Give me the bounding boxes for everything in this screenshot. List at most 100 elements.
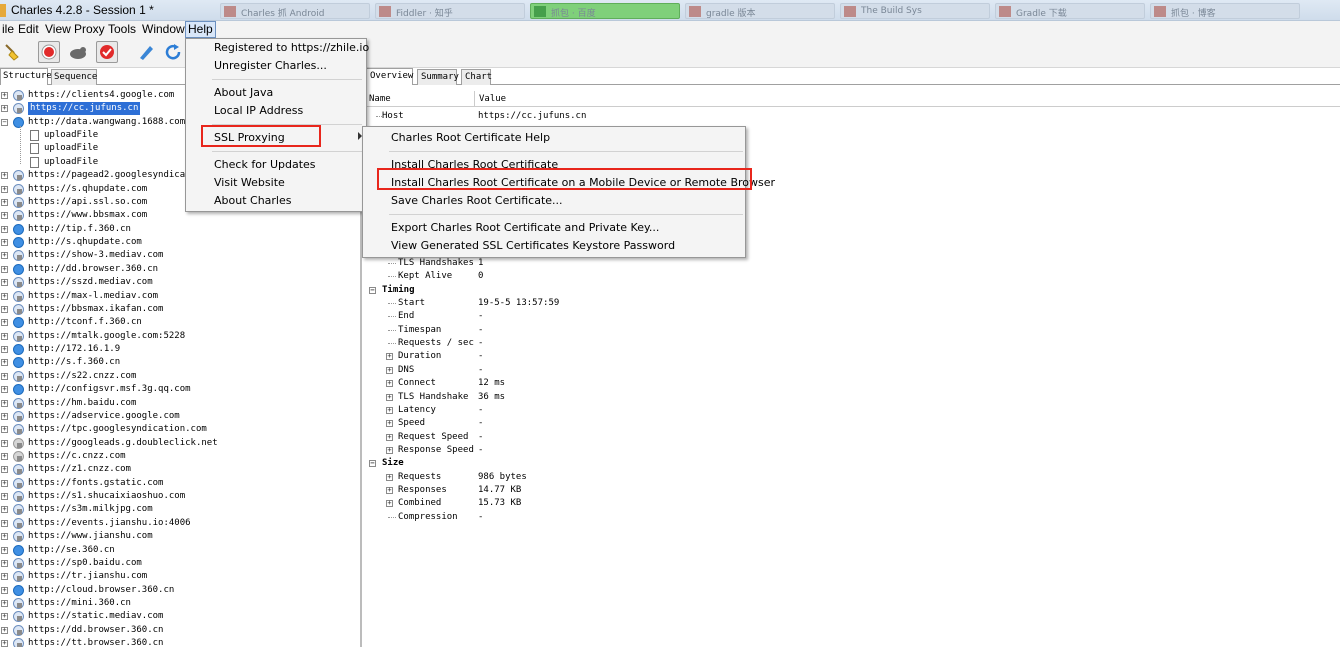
collapse-icon[interactable]: − (369, 286, 376, 294)
expand-icon[interactable]: + (1, 519, 8, 527)
tab-summary[interactable]: Summary (417, 69, 459, 85)
expand-icon[interactable]: + (1, 399, 8, 407)
background-tab-2[interactable]: Fiddler · 知乎 (375, 3, 525, 19)
tree-host-row[interactable]: + https://sszd.mediav.com (0, 276, 360, 289)
pen-icon[interactable] (135, 41, 157, 63)
tree-host-row[interactable]: + https://sp0.baidu.com (0, 557, 360, 570)
expand-icon[interactable]: + (1, 359, 8, 367)
menu-tools[interactable]: Tools (106, 22, 138, 36)
expand-icon[interactable]: + (1, 185, 8, 193)
menu-item-unregister[interactable]: Unregister Charles... (214, 59, 327, 72)
expand-icon[interactable]: + (386, 446, 393, 454)
tab-structure[interactable]: Structure (0, 68, 52, 85)
column-value-header[interactable]: Value (479, 94, 506, 104)
tree-host-row[interactable]: + http://se.360.cn (0, 544, 360, 557)
tree-host-row[interactable]: + http://cloud.browser.360.cn (0, 584, 360, 597)
collapse-icon[interactable]: − (369, 460, 376, 468)
menu-help[interactable]: Help (185, 21, 216, 38)
background-tab-4[interactable]: gradle 版本 (685, 3, 835, 19)
expand-icon[interactable]: + (386, 366, 393, 374)
background-tab-1[interactable]: Charles 抓 Android (220, 3, 370, 19)
expand-icon[interactable]: + (386, 486, 393, 494)
expand-icon[interactable]: + (1, 573, 8, 581)
menu-item-export-cert[interactable]: Export Charles Root Certificate and Priv… (391, 221, 659, 234)
menu-item-visit-website[interactable]: Visit Website (214, 176, 285, 189)
expand-icon[interactable]: + (1, 225, 8, 233)
tree-host-row[interactable]: + https://show-3.mediav.com (0, 249, 360, 262)
tree-host-row[interactable]: + http://dd.browser.360.cn (0, 263, 360, 276)
expand-icon[interactable]: + (1, 452, 8, 460)
tree-host-row[interactable]: + http://configsvr.msf.3g.qq.com (0, 383, 360, 396)
expand-icon[interactable]: + (1, 640, 8, 647)
record-icon[interactable] (38, 41, 60, 63)
menu-item-save-root-cert[interactable]: Save Charles Root Certificate... (391, 194, 563, 207)
tab-overview[interactable]: Overview (366, 68, 413, 85)
tree-host-row[interactable]: + https://max-l.mediav.com (0, 290, 360, 303)
expand-icon[interactable]: + (1, 506, 8, 514)
tree-host-row[interactable]: + https://fonts.gstatic.com (0, 477, 360, 490)
expand-icon[interactable]: + (1, 332, 8, 340)
tree-host-row[interactable]: + http://tip.f.360.cn (0, 223, 360, 236)
expand-icon[interactable]: + (1, 466, 8, 474)
background-tab-3[interactable]: 抓包 · 百度 (530, 3, 680, 19)
refresh-icon[interactable] (162, 41, 184, 63)
expand-icon[interactable]: + (386, 353, 393, 361)
expand-icon[interactable]: + (1, 279, 8, 287)
expand-icon[interactable]: + (1, 198, 8, 206)
menu-item-about-charles[interactable]: About Charles (214, 194, 292, 207)
background-tab-6[interactable]: Gradle 下载 (995, 3, 1145, 19)
menu-edit[interactable]: Edit (16, 22, 41, 36)
column-divider[interactable] (474, 91, 475, 107)
tree-host-row[interactable]: + https://events.jianshu.io:4006 (0, 517, 360, 530)
expand-icon[interactable]: + (386, 500, 393, 508)
expand-icon[interactable]: + (1, 239, 8, 247)
broom-icon[interactable] (2, 41, 24, 63)
expand-icon[interactable]: + (1, 92, 8, 99)
tree-host-row[interactable]: + https://googleads.g.doubleclick.net (0, 437, 360, 450)
tree-host-row[interactable]: + https://tpc.googlesyndication.com (0, 423, 360, 436)
tree-host-row[interactable]: + https://tt.browser.360.cn (0, 637, 360, 647)
tree-host-row[interactable]: + http://s.f.360.cn (0, 356, 360, 369)
column-name-header[interactable]: Name (369, 94, 391, 104)
collapse-icon[interactable]: − (1, 118, 8, 126)
expand-icon[interactable]: + (1, 439, 8, 447)
tree-host-row[interactable]: + https://hm.baidu.com (0, 397, 360, 410)
tree-host-row[interactable]: + http://172.16.1.9 (0, 343, 360, 356)
tree-host-row[interactable]: + https://s1.shucaixiaoshuo.com (0, 490, 360, 503)
expand-icon[interactable]: + (1, 412, 8, 420)
expand-icon[interactable]: + (1, 346, 8, 354)
tree-host-row[interactable]: + https://z1.cnzz.com (0, 463, 360, 476)
expand-icon[interactable]: + (1, 426, 8, 434)
expand-icon[interactable]: + (386, 406, 393, 414)
expand-icon[interactable]: + (386, 393, 393, 401)
tree-host-row[interactable]: + https://mini.360.cn (0, 597, 360, 610)
tree-host-row[interactable]: + https://adservice.google.com (0, 410, 360, 423)
expand-icon[interactable]: + (1, 546, 8, 554)
expand-icon[interactable]: + (1, 305, 8, 313)
expand-icon[interactable]: + (1, 479, 8, 487)
tree-host-row[interactable]: + https://tr.jianshu.com (0, 570, 360, 583)
throttle-icon[interactable] (67, 41, 89, 63)
expand-icon[interactable]: + (1, 533, 8, 541)
tree-host-row[interactable]: + https://c.cnzz.com (0, 450, 360, 463)
breakpoint-icon[interactable] (96, 41, 118, 63)
menu-file[interactable]: ile (0, 22, 16, 36)
expand-icon[interactable]: + (1, 212, 8, 220)
menu-item-registered[interactable]: Registered to https://zhile.io (214, 41, 369, 54)
menu-item-local-ip[interactable]: Local IP Address (214, 104, 303, 117)
menu-item-about-java[interactable]: About Java (214, 86, 273, 99)
menu-proxy[interactable]: Proxy (72, 22, 107, 36)
background-tab-5[interactable]: The Build Sys (840, 3, 990, 19)
tree-host-row[interactable]: + https://static.mediav.com (0, 610, 360, 623)
tree-host-row[interactable]: + https://www.jianshu.com (0, 530, 360, 543)
expand-icon[interactable]: + (1, 265, 8, 273)
expand-icon[interactable]: + (386, 420, 393, 428)
expand-icon[interactable]: + (1, 319, 8, 327)
menu-item-root-cert-help[interactable]: Charles Root Certificate Help (391, 131, 550, 144)
expand-icon[interactable]: + (1, 172, 8, 180)
expand-icon[interactable]: + (1, 105, 8, 113)
tree-host-row[interactable]: + https://s22.cnzz.com (0, 370, 360, 383)
expand-icon[interactable]: + (1, 386, 8, 394)
tab-chart[interactable]: Chart (461, 69, 492, 85)
expand-icon[interactable]: + (1, 613, 8, 621)
